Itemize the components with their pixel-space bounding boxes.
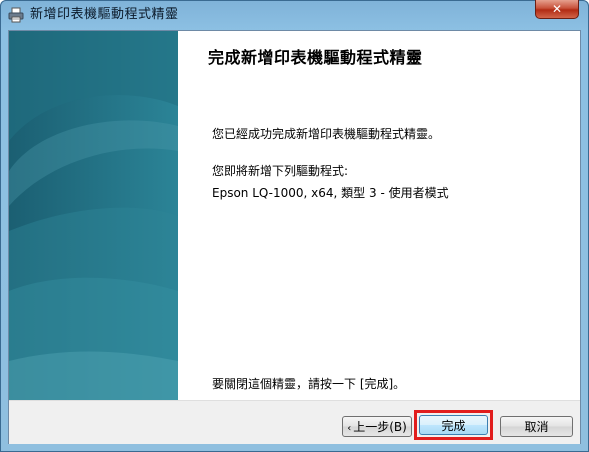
wizard-window: 新增印表機驅動程式精靈 ✕ 完成新增印表機驅動程式精靈 您已經成功完成新增印表機… [0, 0, 589, 452]
wizard-sidebar-banner [9, 31, 178, 400]
wizard-content: 完成新增印表機驅動程式精靈 您已經成功完成新增印表機驅動程式精靈。 您即將新增下… [178, 31, 580, 400]
finish-button-label: 完成 [441, 419, 466, 433]
finish-button-highlight: 完成 [414, 410, 493, 440]
back-button[interactable]: ‹ 上一步(B) [342, 416, 412, 437]
cancel-button-label: 取消 [524, 420, 549, 434]
close-button[interactable]: ✕ [535, 0, 579, 19]
window-title: 新增印表機驅動程式精靈 [30, 7, 179, 22]
driver-name: Epson LQ-1000, x64, 類型 3 - 使用者模式 [212, 186, 449, 200]
cancel-button[interactable]: 取消 [500, 416, 573, 437]
wizard-client-area: 完成新增印表機驅動程式精靈 您已經成功完成新增印表機驅動程式精靈。 您即將新增下… [8, 30, 581, 444]
back-button-label: 上一步(B) [353, 420, 407, 434]
chevron-left-icon: ‹ [347, 423, 352, 434]
about-to-add-label: 您即將新增下列驅動程式: [212, 164, 349, 178]
title-bar[interactable]: 新增印表機驅動程式精靈 ✕ [0, 0, 589, 30]
finish-button[interactable]: 完成 [419, 415, 488, 435]
printer-icon [8, 7, 24, 23]
wizard-button-bar: ‹ 上一步(B) 完成 取消 [9, 400, 580, 444]
completed-message: 您已經成功完成新增印表機驅動程式精靈。 [212, 127, 441, 141]
close-instruction: 要關閉這個精靈，請按一下 [完成]。 [212, 377, 406, 391]
close-icon: ✕ [551, 2, 563, 16]
wizard-heading: 完成新增印表機驅動程式精靈 [208, 48, 423, 67]
